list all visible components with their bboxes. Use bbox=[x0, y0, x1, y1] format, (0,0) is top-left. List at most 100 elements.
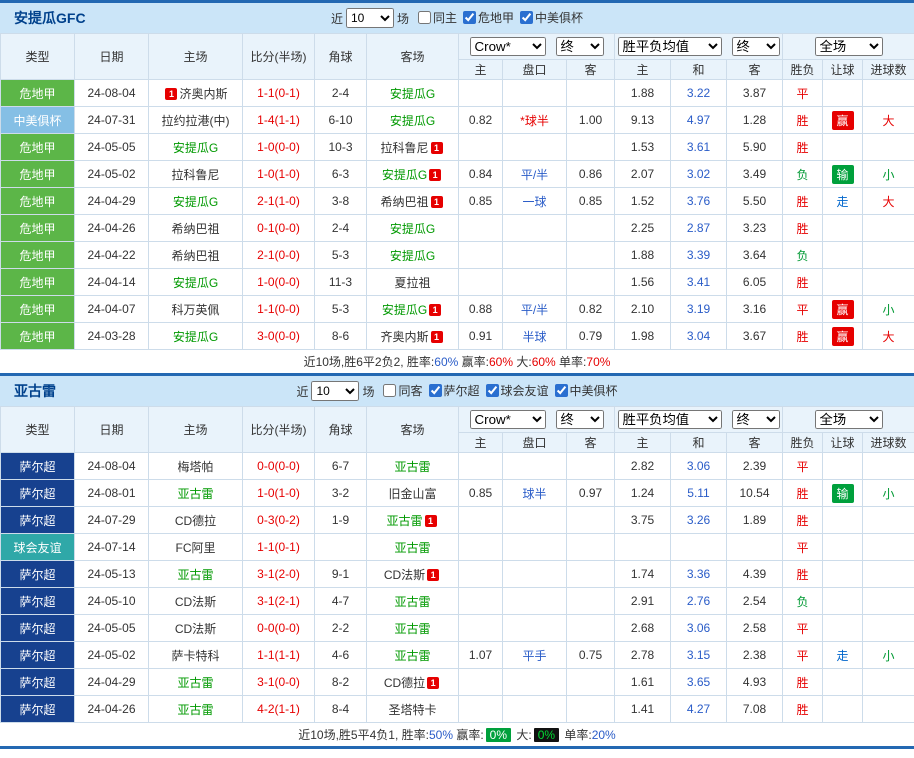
home-team-name[interactable]: 安提瓜G bbox=[173, 276, 218, 290]
match-count-select[interactable]: 10 bbox=[346, 8, 394, 28]
goal-line-result bbox=[863, 561, 914, 588]
asian-final-select[interactable]: 终 bbox=[556, 410, 604, 429]
home-team-name[interactable]: 萨卡特科 bbox=[171, 649, 219, 663]
away-team-name[interactable]: 夏拉祖 bbox=[394, 276, 430, 290]
goal-line-result bbox=[863, 507, 914, 534]
home-team-name[interactable]: 亚古雷 bbox=[177, 676, 213, 690]
ah-away-odds bbox=[567, 215, 615, 242]
page: 安提瓜GFC 近 10 场 同主危地甲中美俱杯 类型 日期 bbox=[0, 0, 914, 749]
away-team-name[interactable]: 亚古雷 bbox=[394, 541, 430, 555]
filter-checkbox[interactable] bbox=[463, 11, 476, 24]
odds-draw: 3.22 bbox=[671, 80, 727, 107]
europe-final-select[interactable]: 终 bbox=[732, 410, 780, 429]
home-team-name[interactable]: 拉约拉港(中) bbox=[162, 114, 230, 128]
score: 1-0(0-0) bbox=[243, 269, 315, 296]
away-team-name[interactable]: 希纳巴祖 bbox=[380, 195, 428, 209]
away-team-name[interactable]: 安提瓜G bbox=[390, 222, 435, 236]
away-team-name[interactable]: 亚古雷 bbox=[386, 514, 422, 528]
away-team-name[interactable]: 安提瓜G bbox=[390, 249, 435, 263]
match-date: 24-05-05 bbox=[75, 134, 149, 161]
home-team-name[interactable]: 济奥内斯 bbox=[179, 87, 227, 101]
home-team-name[interactable]: 希纳巴祖 bbox=[171, 222, 219, 236]
goal-line-result bbox=[863, 242, 914, 269]
filter-bar: 近 10 场 同客萨尔超球会友谊中美俱杯 bbox=[296, 381, 617, 401]
ah-line bbox=[503, 588, 567, 615]
league-filter[interactable]: 同客 bbox=[383, 382, 422, 399]
fulltime-select[interactable]: 全场 bbox=[815, 410, 883, 429]
filter-checkbox[interactable] bbox=[486, 384, 499, 397]
filter-checkbox[interactable] bbox=[418, 11, 431, 24]
home-team-name[interactable]: 拉科鲁尼 bbox=[171, 168, 219, 182]
league-filter[interactable]: 中美俱杯 bbox=[555, 382, 618, 399]
away-team-name[interactable]: 圣塔特卡 bbox=[388, 703, 436, 717]
home-team-name[interactable]: 安提瓜G bbox=[173, 330, 218, 344]
home-team-name[interactable]: 梅塔帕 bbox=[177, 460, 213, 474]
ah-away-odds bbox=[567, 242, 615, 269]
match-date: 24-05-05 bbox=[75, 615, 149, 642]
away-team-name[interactable]: 旧金山富 bbox=[388, 487, 436, 501]
away-team-name[interactable]: 齐奥内斯 bbox=[380, 330, 428, 344]
asian-odds-group: Crow* 终 bbox=[459, 407, 615, 433]
away-team: 亚古雷1 bbox=[367, 507, 459, 534]
away-team-name[interactable]: 安提瓜G bbox=[382, 303, 427, 317]
home-team-section: 安提瓜GFC 近 10 场 同主危地甲中美俱杯 类型 日期 bbox=[0, 3, 914, 376]
ah-line bbox=[503, 134, 567, 161]
home-team-name[interactable]: 亚古雷 bbox=[177, 703, 213, 717]
away-team: 安提瓜G1 bbox=[367, 161, 459, 188]
away-team-name[interactable]: 亚古雷 bbox=[394, 622, 430, 636]
away-team-name[interactable]: 拉科鲁尼 bbox=[380, 141, 428, 155]
league-filter[interactable]: 中美俱杯 bbox=[520, 9, 583, 26]
result: 胜 bbox=[783, 107, 823, 134]
fulltime-select[interactable]: 全场 bbox=[815, 37, 883, 56]
home-team-name[interactable]: 希纳巴祖 bbox=[171, 249, 219, 263]
europe-final-select[interactable]: 终 bbox=[732, 37, 780, 56]
europe-odds-select[interactable]: 胜平负均值 bbox=[618, 37, 722, 56]
away-team-name[interactable]: CD德拉 bbox=[384, 676, 425, 690]
filter-checkbox[interactable] bbox=[429, 384, 442, 397]
away-team-name[interactable]: 安提瓜G bbox=[390, 87, 435, 101]
ah-line bbox=[503, 615, 567, 642]
team-title: 亚古雷 bbox=[14, 381, 56, 401]
home-team: CD德拉 bbox=[149, 507, 243, 534]
filter-checkbox-label: 同客 bbox=[398, 382, 422, 399]
home-team-name[interactable]: CD法斯 bbox=[175, 622, 216, 636]
home-team-name[interactable]: 安提瓜G bbox=[173, 141, 218, 155]
match-count-select[interactable]: 10 bbox=[311, 381, 359, 401]
home-team-name[interactable]: 安提瓜G bbox=[173, 195, 218, 209]
bookmaker-select[interactable]: Crow* bbox=[470, 410, 546, 429]
home-team-name[interactable]: CD德拉 bbox=[175, 514, 216, 528]
away-team-name[interactable]: 亚古雷 bbox=[394, 460, 430, 474]
goal-line-result: 大 bbox=[863, 323, 914, 350]
home-team: CD法斯 bbox=[149, 615, 243, 642]
col-home: 主场 bbox=[149, 407, 243, 453]
score: 1-4(1-1) bbox=[243, 107, 315, 134]
league-filter[interactable]: 同主 bbox=[418, 9, 457, 26]
away-team-name[interactable]: 安提瓜G bbox=[382, 168, 427, 182]
europe-odds-select[interactable]: 胜平负均值 bbox=[618, 410, 722, 429]
away-team-name[interactable]: 亚古雷 bbox=[394, 649, 430, 663]
col-home: 主场 bbox=[149, 34, 243, 80]
home-team-name[interactable]: CD法斯 bbox=[175, 595, 216, 609]
odds-away: 6.05 bbox=[727, 269, 783, 296]
filter-checkbox[interactable] bbox=[520, 11, 533, 24]
asian-final-select[interactable]: 终 bbox=[556, 37, 604, 56]
bookmaker-select[interactable]: Crow* bbox=[470, 37, 546, 56]
matches-table: 类型 日期 主场 比分(半场) 角球 客场 Crow* 终 bbox=[0, 33, 914, 350]
away-team-name[interactable]: 亚古雷 bbox=[394, 595, 430, 609]
home-team-name[interactable]: 科万英佩 bbox=[171, 303, 219, 317]
away-team-name[interactable]: CD法斯 bbox=[384, 568, 425, 582]
match-row: 危地甲24-04-07科万英佩1-1(0-0)5-3安提瓜G10.88平/半0.… bbox=[1, 296, 914, 323]
handicap-result bbox=[823, 507, 863, 534]
home-team-name[interactable]: 亚古雷 bbox=[177, 568, 213, 582]
ah-away-odds bbox=[567, 561, 615, 588]
away-team-name[interactable]: 安提瓜G bbox=[390, 114, 435, 128]
odds-away: 3.23 bbox=[727, 215, 783, 242]
home-team-name[interactable]: FC阿里 bbox=[176, 541, 216, 555]
col-away: 客场 bbox=[367, 34, 459, 80]
league-filter[interactable]: 危地甲 bbox=[463, 9, 514, 26]
league-filter[interactable]: 球会友谊 bbox=[486, 382, 549, 399]
filter-checkbox[interactable] bbox=[555, 384, 568, 397]
filter-checkbox[interactable] bbox=[383, 384, 396, 397]
league-filter[interactable]: 萨尔超 bbox=[429, 382, 480, 399]
home-team-name[interactable]: 亚古雷 bbox=[177, 487, 213, 501]
